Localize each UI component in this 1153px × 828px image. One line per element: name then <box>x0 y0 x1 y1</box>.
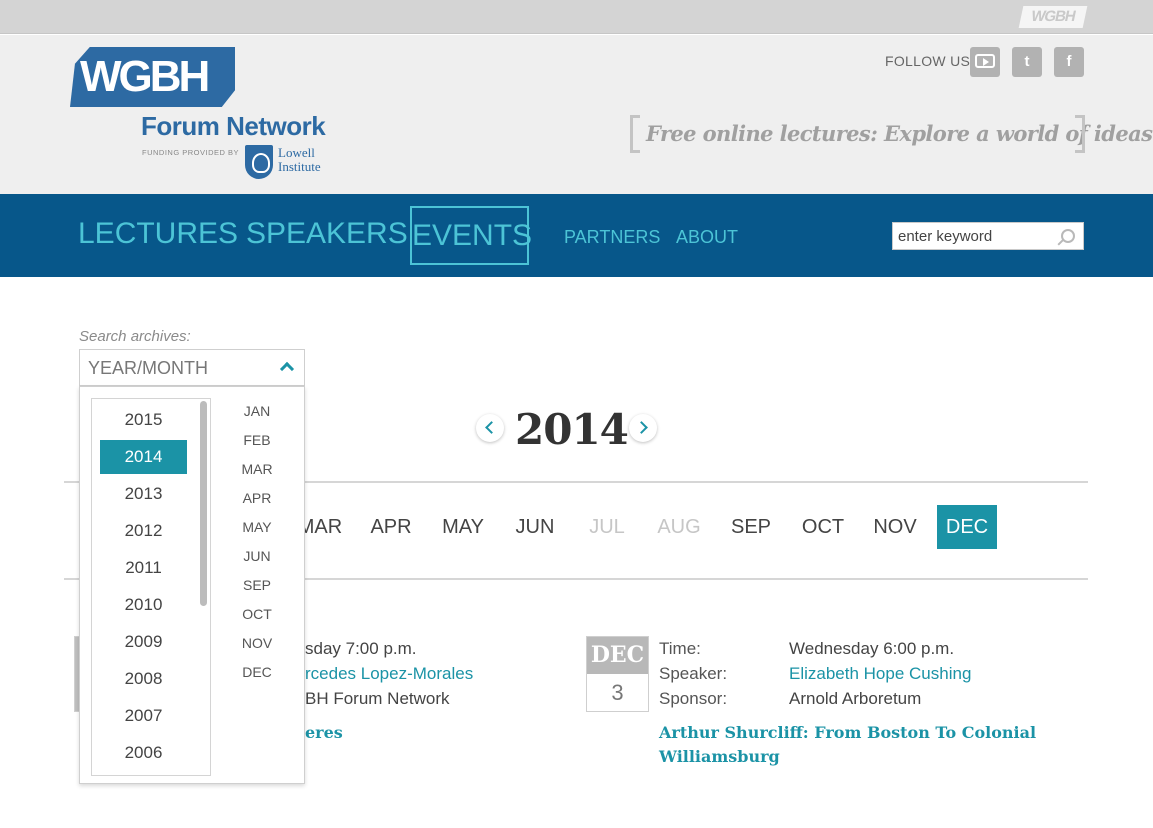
year-option[interactable]: 2007 <box>100 699 187 733</box>
nav-partners[interactable]: PARTNERS <box>564 227 660 248</box>
year-month-select[interactable]: YEAR/MONTH <box>79 349 305 386</box>
twitter-icon[interactable]: t <box>1012 47 1042 77</box>
event-title-line1: Arthur Shurcliff: From Boston To Colonia… <box>659 723 1037 742</box>
event-time: sday 7:00 p.m. <box>305 639 417 658</box>
year-option[interactable]: 2008 <box>100 662 187 696</box>
site-name[interactable]: Forum Network <box>141 111 326 142</box>
search-box <box>892 222 1084 250</box>
event-title-link[interactable]: eres <box>305 721 343 745</box>
next-year-button[interactable] <box>629 414 657 442</box>
month-tab-nov[interactable]: NOV <box>864 505 926 549</box>
chevron-up-icon <box>279 361 295 377</box>
month-option[interactable]: FEB <box>232 432 282 448</box>
event-sponsor: BH Forum Network <box>305 689 450 708</box>
search-icon[interactable] <box>1061 229 1075 243</box>
month-option[interactable]: MAY <box>232 519 282 535</box>
main-nav: LECTURES SPEAKERS EVENTS PARTNERS ABOUT <box>0 194 1153 277</box>
years-scrollbar[interactable] <box>200 401 207 606</box>
year-navigator: 2014 <box>476 405 658 455</box>
year-option[interactable]: 2010 <box>100 588 187 622</box>
month-tab-jun[interactable]: JUN <box>504 505 566 549</box>
month-option[interactable]: OCT <box>232 606 282 622</box>
archive-dropdown: 2015 2014 2013 2012 2011 2010 2009 2008 … <box>79 386 305 784</box>
month-option[interactable]: APR <box>232 490 282 506</box>
event-sponsor-label: Sponsor: <box>659 689 728 708</box>
month-option[interactable]: DEC <box>232 664 282 680</box>
event-date-month: DEC <box>587 637 648 674</box>
nav-about[interactable]: ABOUT <box>676 227 738 248</box>
month-tab-oct[interactable]: OCT <box>792 505 854 549</box>
funding-label: FUNDING PROVIDED BY <box>142 148 240 157</box>
event-speaker-link[interactable]: Elizabeth Hope Cushing <box>789 664 971 684</box>
lowell-shield-icon <box>245 145 273 179</box>
event-title-line2: Williamsburg <box>659 747 780 766</box>
nav-lectures[interactable]: LECTURES <box>78 217 238 251</box>
wgbh-logo-text[interactable]: WGBH <box>80 53 210 101</box>
lowell-institute-logo[interactable]: Lowell Institute <box>278 146 321 174</box>
select-value: YEAR/MONTH <box>88 358 209 378</box>
month-option[interactable]: SEP <box>232 577 282 593</box>
bracket-left <box>630 115 640 153</box>
search-input[interactable] <box>893 223 1053 249</box>
bracket-right <box>1075 115 1085 153</box>
site-header: WGBH Forum Network FUNDING PROVIDED BY L… <box>0 35 1153 194</box>
prev-year-button[interactable] <box>476 414 504 442</box>
event-title-link[interactable]: Arthur Shurcliff: From Boston To Colonia… <box>659 721 1059 769</box>
top-strip: WGBH <box>0 0 1153 34</box>
sponsor-line1: Lowell <box>278 145 315 160</box>
nav-speakers[interactable]: SPEAKERS <box>246 217 408 251</box>
month-tab-apr[interactable]: APR <box>360 505 422 549</box>
year-option[interactable]: 2009 <box>100 625 187 659</box>
sponsor-line2: Institute <box>278 159 321 174</box>
wgbh-mini-logo[interactable]: WGBH <box>1018 6 1088 28</box>
event-sponsor: Arnold Arboretum <box>789 689 922 708</box>
year-heading: 2014 <box>515 405 629 454</box>
year-option[interactable]: 2015 <box>100 403 187 437</box>
follow-us-label: FOLLOW US <box>885 53 971 69</box>
month-tab-may[interactable]: MAY <box>432 505 494 549</box>
year-option[interactable]: 2013 <box>100 477 187 511</box>
facebook-icon[interactable]: f <box>1054 47 1084 77</box>
archive-label: Search archives: <box>79 328 191 345</box>
year-option[interactable]: 2012 <box>100 514 187 548</box>
event-time: Wednesday 6:00 p.m. <box>789 639 955 658</box>
tagline: Free online lectures: Explore a world of… <box>630 115 1153 153</box>
month-tab-jul: JUL <box>589 516 625 538</box>
year-option[interactable]: 2006 <box>100 736 187 770</box>
month-option[interactable]: MAR <box>232 461 282 477</box>
event-time-label: Time: <box>659 639 701 658</box>
youtube-icon[interactable] <box>970 47 1000 77</box>
event-speaker-link[interactable]: rcedes Lopez-Morales <box>305 664 473 684</box>
month-tab-dec[interactable]: DEC <box>937 505 997 549</box>
nav-events[interactable]: EVENTS <box>410 206 532 265</box>
month-option[interactable]: JAN <box>232 403 282 419</box>
month-tab-sep[interactable]: SEP <box>720 505 782 549</box>
year-option-selected[interactable]: 2014 <box>100 440 187 474</box>
event-date-badge: DEC 3 <box>586 636 649 712</box>
year-option[interactable]: 2011 <box>100 551 187 585</box>
month-tab-aug: AUG <box>657 516 701 538</box>
event-speaker-label: Speaker: <box>659 664 728 683</box>
event-date-day: 3 <box>611 680 624 705</box>
month-option[interactable]: NOV <box>232 635 282 651</box>
years-list: 2015 2014 2013 2012 2011 2010 2009 2008 … <box>91 398 211 776</box>
month-option[interactable]: JUN <box>232 548 282 564</box>
